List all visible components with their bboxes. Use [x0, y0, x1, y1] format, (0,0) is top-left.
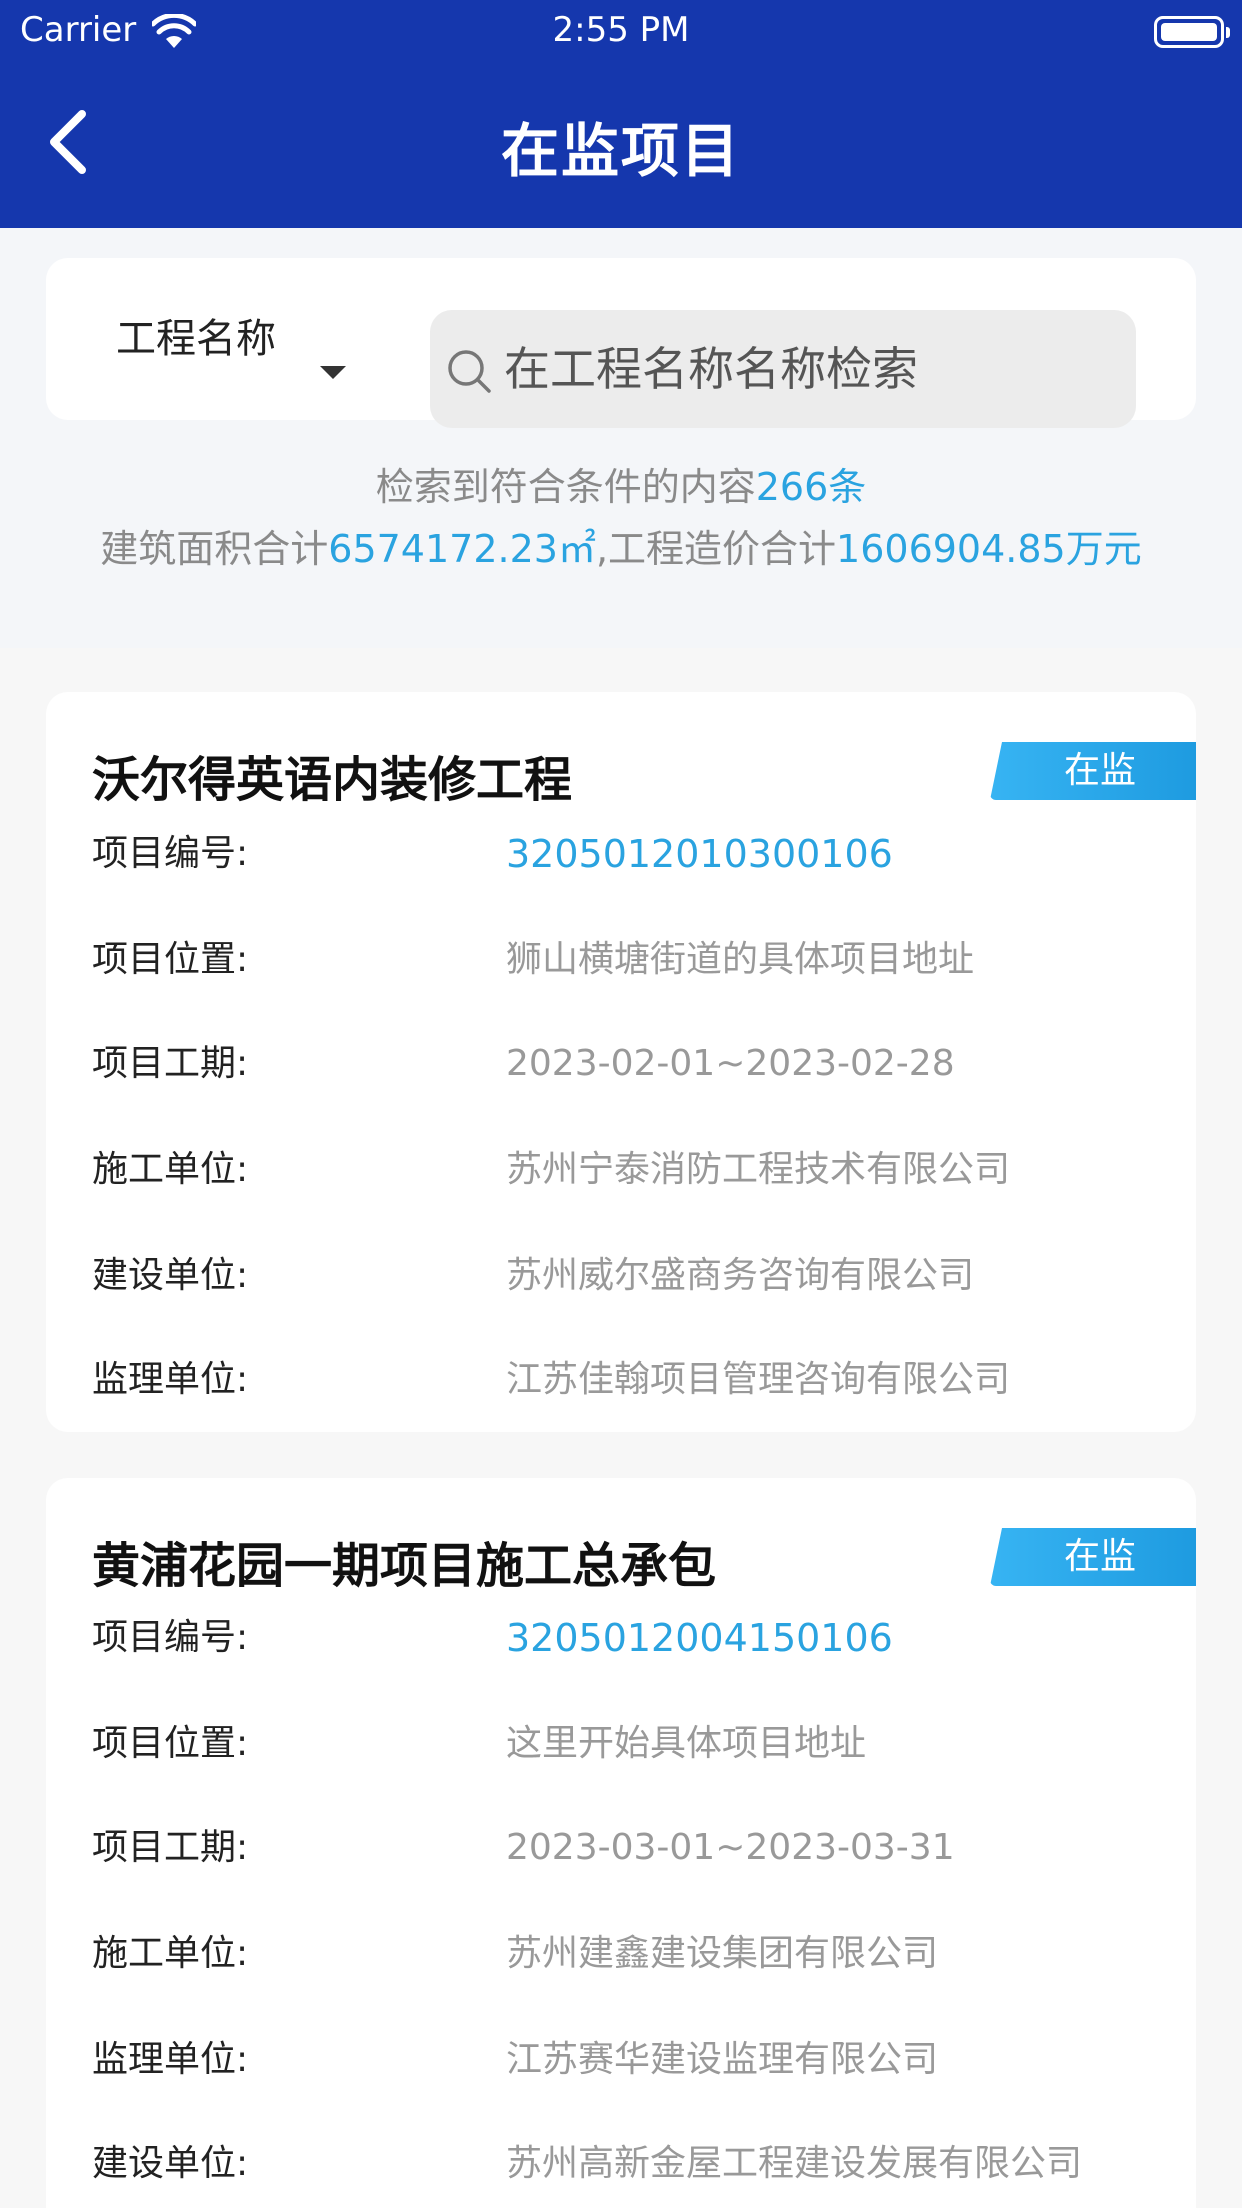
search-icon [448, 350, 491, 393]
result-count-label: 检索到符合条件的内容 [375, 465, 756, 509]
field-value: 狮山横塘街道的具体项目地址 [506, 939, 975, 980]
field-label: 项目位置: [92, 1723, 249, 1764]
result-count-summary: 检索到符合条件的内容266条 [0, 456, 1242, 511]
field-select[interactable]: 工程名称 [116, 258, 276, 420]
project-field-row: 施工单位: 苏州建鑫建设集团有限公司 [92, 1924, 1172, 1984]
project-card[interactable]: 沃尔得英语内装修工程 在监 项目编号: 3205012010300106 项目位… [46, 692, 1196, 1432]
status-bar: Carrier 2:55 PM [0, 0, 1242, 62]
status-badge: 在监 [990, 1528, 1196, 1586]
field-label: 建设单位: [92, 2143, 249, 2184]
project-field-row: 监理单位: 江苏赛华建设监理有限公司 [92, 2030, 1172, 2090]
filter-area: 工程名称 检索到符合条件的内容266条 建筑面积合计6574172.23㎡,工程… [0, 228, 1242, 648]
field-label: 项目工期: [92, 1043, 249, 1084]
field-value: 这里开始具体项目地址 [506, 1723, 867, 1764]
project-field-row: 项目编号: 3205012004150106 [92, 1608, 1172, 1668]
field-value: 江苏赛华建设监理有限公司 [506, 2039, 939, 2080]
field-label: 项目工期: [92, 1827, 249, 1868]
project-field-row: 项目位置: 这里开始具体项目地址 [92, 1714, 1172, 1774]
field-label: 施工单位: [92, 1149, 249, 1190]
project-field-row: 项目工期: 2023-02-01~2023-02-28 [92, 1034, 1172, 1094]
project-field-row: 施工单位: 苏州宁泰消防工程技术有限公司 [92, 1140, 1172, 1200]
project-title: 黄浦花园一期项目施工总承包 [92, 1538, 717, 1594]
totals-summary: 建筑面积合计6574172.23㎡,工程造价合计1606904.85万元 [0, 518, 1242, 573]
field-label: 项目编号: [92, 833, 249, 874]
field-value: 苏州建鑫建设集团有限公司 [506, 1933, 939, 1974]
search-card: 工程名称 [46, 258, 1196, 428]
cost-total-label: ,工程造价合计 [595, 527, 837, 571]
project-code: 3205012010300106 [506, 832, 893, 876]
app-header: Carrier 2:55 PM 在监项目 [0, 0, 1242, 228]
field-value: 苏州宁泰消防工程技术有限公司 [506, 1149, 1011, 1190]
project-title: 沃尔得英语内装修工程 [92, 752, 573, 808]
area-total-label: 建筑面积合计 [100, 527, 329, 571]
field-value: 苏州高新金屋工程建设发展有限公司 [506, 2143, 1083, 2184]
field-value: 江苏佳翰项目管理咨询有限公司 [506, 1359, 1011, 1400]
project-list: 沃尔得英语内装修工程 在监 项目编号: 3205012010300106 项目位… [0, 648, 1242, 2208]
page-title: 在监项目 [500, 117, 741, 185]
field-label: 监理单位: [92, 1359, 249, 1400]
search-box[interactable] [430, 310, 1136, 428]
battery-icon [1154, 16, 1230, 48]
project-field-row: 项目位置: 狮山横塘街道的具体项目地址 [92, 930, 1172, 990]
project-field-row: 项目工期: 2023-03-01~2023-03-31 [92, 1818, 1172, 1878]
caret-down-icon[interactable] [320, 366, 346, 379]
field-label: 项目位置: [92, 939, 249, 980]
project-card[interactable]: 黄浦花园一期项目施工总承包 在监 项目编号: 3205012004150106 … [46, 1478, 1196, 2208]
field-label: 建设单位: [92, 1255, 249, 1296]
status-badge: 在监 [990, 742, 1196, 800]
project-field-row: 监理单位: 江苏佳翰项目管理咨询有限公司 [92, 1350, 1172, 1410]
field-value: 苏州威尔盛商务咨询有限公司 [506, 1255, 975, 1296]
field-value: 2023-03-01~2023-03-31 [506, 1827, 955, 1868]
project-code: 3205012004150106 [506, 1616, 893, 1660]
result-count-value: 266条 [755, 465, 867, 509]
area-total-value: 6574172.23㎡ [328, 527, 596, 571]
status-time: 2:55 PM [552, 10, 690, 50]
field-label: 项目编号: [92, 1617, 249, 1658]
field-label: 监理单位: [92, 2039, 249, 2080]
project-field-row: 项目编号: 3205012010300106 [92, 824, 1172, 884]
field-label: 施工单位: [92, 1933, 249, 1974]
search-input[interactable] [504, 310, 1104, 428]
project-field-row: 建设单位: 苏州威尔盛商务咨询有限公司 [92, 1246, 1172, 1306]
field-select-label: 工程名称 [116, 316, 276, 362]
cost-total-value: 1606904.85万元 [836, 527, 1142, 571]
project-field-row: 建设单位: 苏州高新金屋工程建设发展有限公司 [92, 2134, 1172, 2194]
field-value: 2023-02-01~2023-02-28 [506, 1043, 955, 1084]
